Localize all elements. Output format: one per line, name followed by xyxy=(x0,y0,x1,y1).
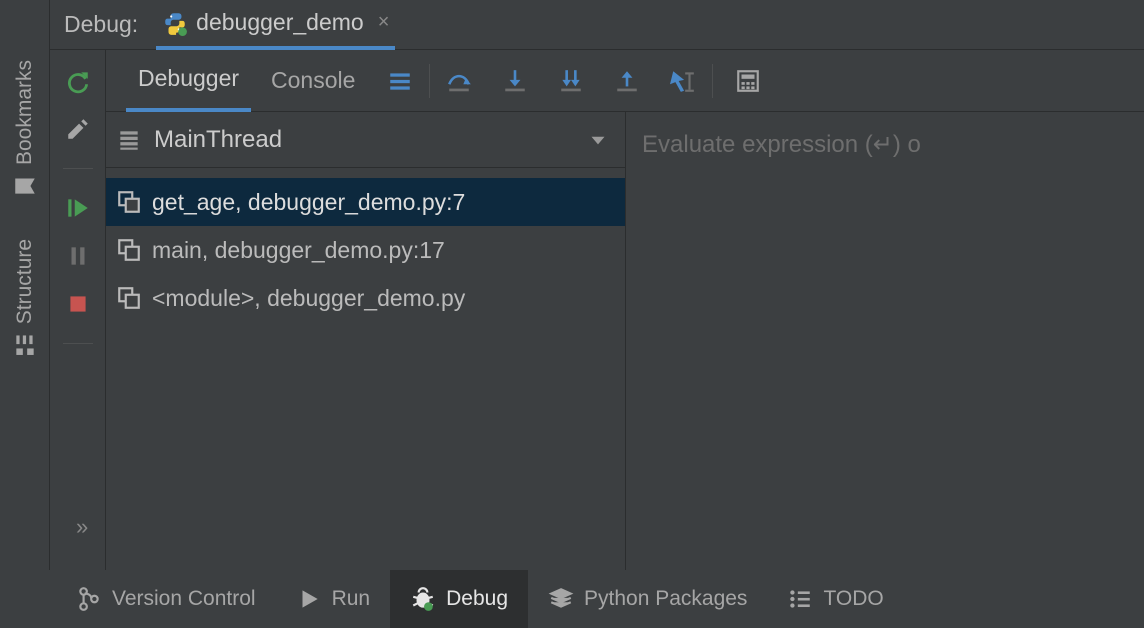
stop-icon[interactable] xyxy=(65,291,91,317)
tab-debugger[interactable]: Debugger xyxy=(126,50,251,112)
bottom-tool-bar: Version Control Run Debug Python Package… xyxy=(0,570,1144,628)
vcs-icon xyxy=(76,586,102,612)
frame-row[interactable]: main, debugger_demo.py:17 xyxy=(106,226,625,274)
play-icon xyxy=(296,586,322,612)
pypkg-label: Python Packages xyxy=(584,587,747,611)
bug-icon xyxy=(410,586,436,612)
pause-icon[interactable] xyxy=(65,243,91,269)
close-tab-button[interactable]: × xyxy=(378,11,390,34)
threads-view-icon[interactable] xyxy=(387,68,413,94)
left-tool-strip: Bookmarks Structure xyxy=(0,0,50,628)
run-config-name: debugger_demo xyxy=(196,9,364,36)
bookmark-icon xyxy=(12,173,38,199)
python-packages-tool[interactable]: Python Packages xyxy=(528,570,767,628)
separator xyxy=(429,64,430,98)
run-tool[interactable]: Run xyxy=(276,570,391,628)
more-actions-button[interactable]: » xyxy=(76,514,88,540)
tab-console[interactable]: Console xyxy=(259,50,367,112)
resume-icon[interactable] xyxy=(65,195,91,221)
frame-icon xyxy=(116,285,142,311)
frame-label: main, debugger_demo.py:17 xyxy=(152,237,445,264)
debug-tool-window: Debug: debugger_demo × xyxy=(50,0,1144,628)
run-to-cursor-icon[interactable] xyxy=(670,68,696,94)
separator xyxy=(63,343,93,344)
bookmarks-tool[interactable]: Bookmarks xyxy=(12,60,38,199)
frame-row[interactable]: <module>, debugger_demo.py xyxy=(106,274,625,322)
structure-tool[interactable]: Structure xyxy=(12,239,38,358)
frame-row[interactable]: get_age, debugger_demo.py:7 xyxy=(106,178,625,226)
structure-icon xyxy=(12,332,38,358)
todo-tool[interactable]: TODO xyxy=(767,570,903,628)
step-toolbar xyxy=(446,68,696,94)
todo-icon xyxy=(787,586,813,612)
separator xyxy=(63,168,93,169)
frames-list: get_age, debugger_demo.py:7 main, debugg… xyxy=(106,168,625,574)
step-into-icon[interactable] xyxy=(502,68,528,94)
debug-title: Debug: xyxy=(64,11,138,38)
evaluate-expression-input[interactable]: Evaluate expression (↵) o xyxy=(642,130,1144,159)
dropdown-icon[interactable] xyxy=(585,127,611,153)
frame-icon xyxy=(116,189,142,215)
debug-label: Debug xyxy=(446,587,508,611)
modify-run-config-icon[interactable] xyxy=(65,116,91,142)
debug-header: Debug: debugger_demo × xyxy=(50,0,1144,50)
debugger-tabs-row: Debugger Console xyxy=(106,50,1144,112)
eval-placeholder: Evaluate expression (↵) o xyxy=(642,131,921,158)
todo-label: TODO xyxy=(823,587,883,611)
thread-selector[interactable]: MainThread xyxy=(106,112,625,168)
evaluate-expression-icon[interactable] xyxy=(735,68,761,94)
frame-label: <module>, debugger_demo.py xyxy=(152,285,465,312)
version-control-tool[interactable]: Version Control xyxy=(56,570,276,628)
separator xyxy=(712,64,713,98)
frames-panel: MainThread get_age, debugger_demo.py:7 xyxy=(106,112,626,628)
run-label: Run xyxy=(332,587,371,611)
bookmarks-label: Bookmarks xyxy=(13,60,37,165)
packages-icon xyxy=(548,586,574,612)
debug-actions-strip xyxy=(50,50,106,628)
structure-label: Structure xyxy=(13,239,37,324)
variables-panel: Evaluate expression (↵) o xyxy=(626,112,1144,628)
frame-icon xyxy=(116,237,142,263)
vcs-label: Version Control xyxy=(112,587,256,611)
frame-label: get_age, debugger_demo.py:7 xyxy=(152,189,465,216)
debug-tool[interactable]: Debug xyxy=(390,570,528,628)
step-into-my-code-icon[interactable] xyxy=(558,68,584,94)
python-file-icon xyxy=(162,10,188,36)
thread-name: MainThread xyxy=(154,126,573,154)
step-out-icon[interactable] xyxy=(614,68,640,94)
stack-icon xyxy=(116,127,142,153)
run-config-tab[interactable]: debugger_demo × xyxy=(156,0,395,50)
rerun-icon[interactable] xyxy=(65,68,91,94)
step-over-icon[interactable] xyxy=(446,68,472,94)
